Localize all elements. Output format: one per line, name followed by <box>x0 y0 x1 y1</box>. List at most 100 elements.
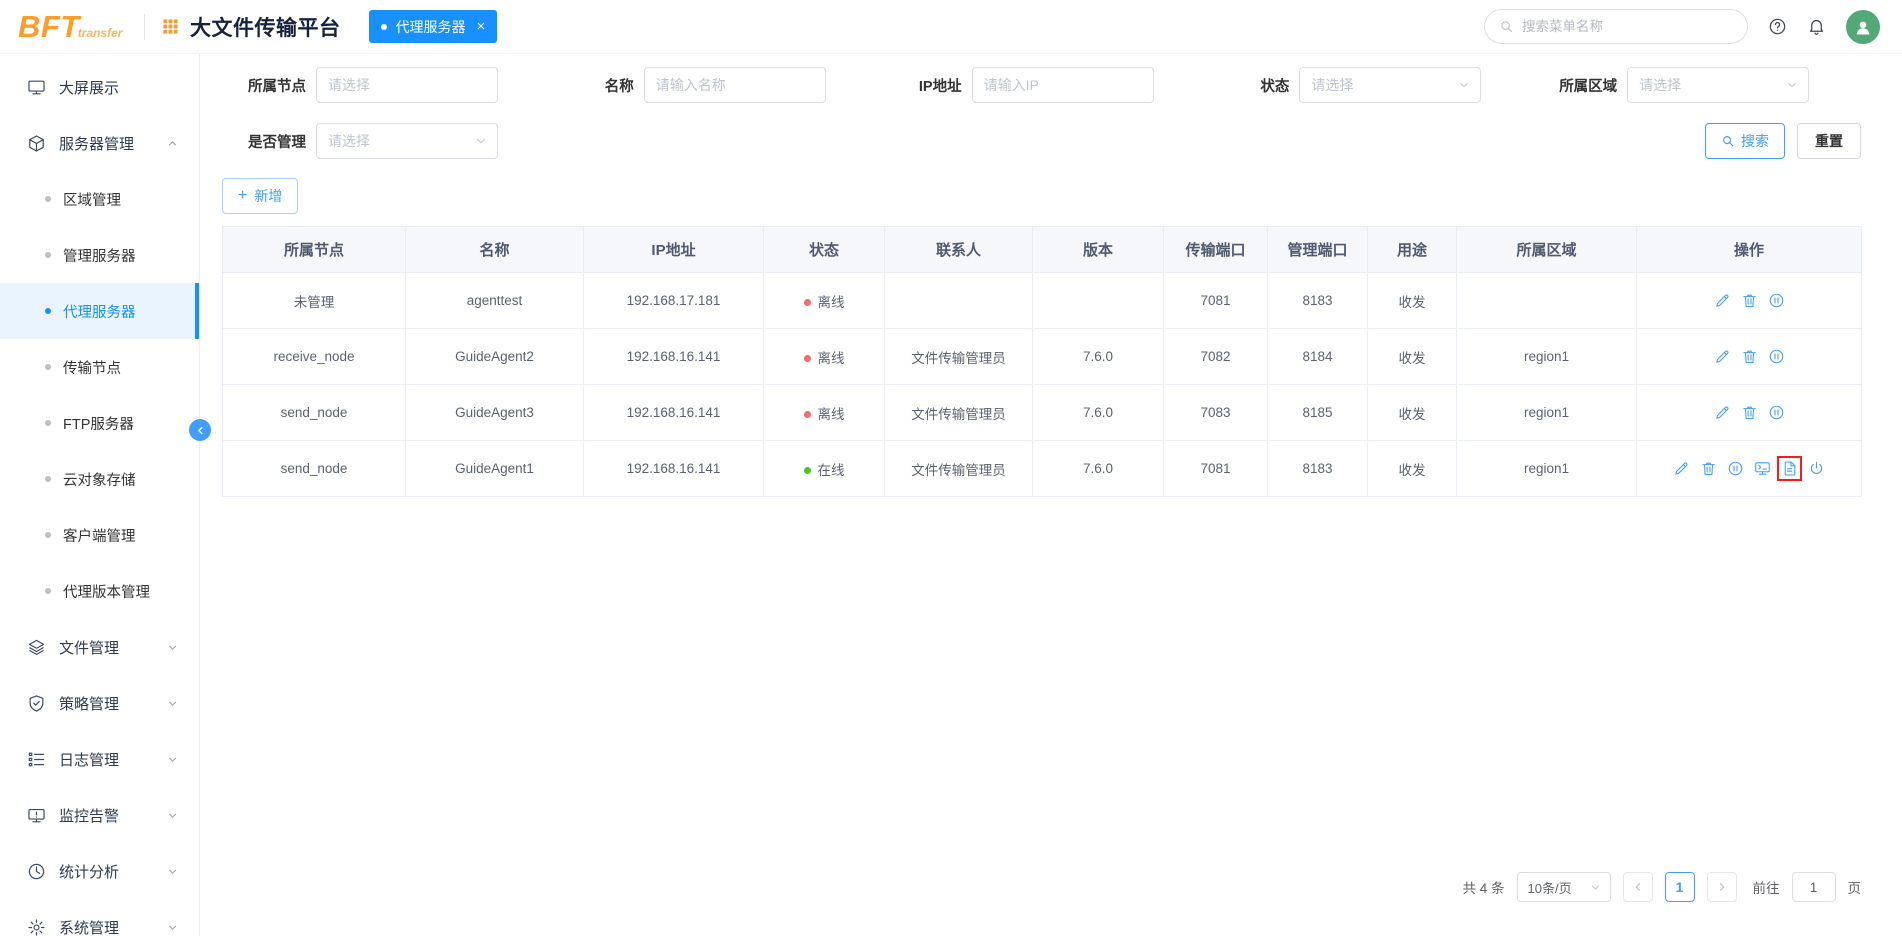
chevron-down-icon <box>1457 78 1471 92</box>
cell-transfer_port: 7081 <box>1163 272 1268 329</box>
column-header: 用途 <box>1367 226 1457 273</box>
filter-region-select[interactable]: 请选择 <box>1627 67 1810 103</box>
cell-region: region1 <box>1456 328 1637 385</box>
edit-icon[interactable] <box>1714 348 1731 365</box>
chevron-down-icon <box>1785 78 1799 92</box>
search-button[interactable]: 搜索 <box>1704 123 1785 159</box>
chevron-down-icon <box>474 134 488 148</box>
console-icon[interactable] <box>1754 460 1771 477</box>
sidebar-item-cloud-object-storage[interactable]: 云对象存储 <box>0 451 199 507</box>
sidebar-item-system-management[interactable]: 系统管理 <box>0 899 199 936</box>
sidebar-item-log-management[interactable]: 日志管理 <box>0 731 199 787</box>
current-page-button[interactable]: 1 <box>1664 872 1695 902</box>
sidebar-item-label: 文件管理 <box>59 639 120 657</box>
table-header-row: 所属节点 名称 IP地址 状态 联系人 版本 传输端口 管理端口 用途 所属区域 操作 <box>222 226 1862 273</box>
menu-search-input[interactable] <box>1522 19 1733 34</box>
column-header: 所属节点 <box>222 226 406 273</box>
sidebar-item-ftp-server[interactable]: FTP服务器 <box>0 395 199 451</box>
main-content: 所属节点 请选择 名称 请输入名称 IP地址 请输入IP 状态 请选择 所属区域 请选择 是否管理… <box>200 54 1902 936</box>
sidebar-collapse-button[interactable] <box>189 419 211 441</box>
help-icon[interactable] <box>1768 17 1787 36</box>
page-size-value: 10条/页 <box>1527 880 1572 896</box>
search-icon <box>1721 134 1735 148</box>
filter-label: 名称 <box>604 78 634 95</box>
bullet-icon <box>45 364 51 370</box>
header-divider <box>144 13 145 40</box>
edit-icon[interactable] <box>1673 460 1690 477</box>
filter-field-ip: IP地址 请输入IP <box>878 67 1206 103</box>
cell-version: 7.6.0 <box>1032 328 1164 385</box>
bullet-icon <box>45 420 51 426</box>
sidebar-item-policy-management[interactable]: 策略管理 <box>0 675 199 731</box>
tab-proxy-server[interactable]: 代理服务器 × <box>368 10 498 43</box>
reset-button[interactable]: 重置 <box>1796 123 1861 159</box>
status-cell: 在线 <box>763 440 885 497</box>
cell-name: GuideAgent1 <box>405 440 584 497</box>
sidebar-item-client-management[interactable]: 客户端管理 <box>0 507 199 563</box>
user-avatar[interactable] <box>1846 9 1880 44</box>
delete-icon[interactable] <box>1741 404 1758 421</box>
placeholder-text: 请选择 <box>1639 77 1682 93</box>
notifications-bell-icon[interactable] <box>1807 17 1826 36</box>
table-toolbar: + 新增 <box>222 178 1861 214</box>
next-page-button[interactable] <box>1706 872 1737 902</box>
placeholder-text: 请选择 <box>328 133 370 149</box>
cell-ip: 192.168.16.141 <box>583 440 764 497</box>
edit-icon[interactable] <box>1714 292 1731 309</box>
filter-name-input[interactable]: 请输入名称 <box>643 67 826 103</box>
menu-search-box[interactable] <box>1484 9 1748 44</box>
sidebar-item-label: 代理服务器 <box>63 304 136 321</box>
sidebar-item-file-management[interactable]: 文件管理 <box>0 619 199 675</box>
tab-close-icon[interactable]: × <box>477 18 486 35</box>
sidebar-item-stats-analysis[interactable]: 统计分析 <box>0 843 199 899</box>
sidebar-item-proxy-server[interactable]: 代理服务器 <box>0 283 199 339</box>
column-header: 传输端口 <box>1163 226 1268 273</box>
power-icon[interactable] <box>1808 460 1825 477</box>
column-header: 名称 <box>405 226 584 273</box>
user-icon <box>1853 17 1873 37</box>
sidebar-item-monitor-alert[interactable]: 监控告警 <box>0 787 199 843</box>
bullet-icon <box>45 196 51 202</box>
status-cell: 离线 <box>763 328 885 385</box>
cell-usage: 收发 <box>1367 328 1457 385</box>
sidebar-item-label: 日志管理 <box>59 751 120 769</box>
sidebar-item-label: 管理服务器 <box>63 248 136 265</box>
document-icon[interactable] <box>1777 456 1802 481</box>
cell-admin_port: 8184 <box>1267 328 1368 385</box>
prev-page-button[interactable] <box>1622 872 1653 902</box>
cell-usage: 收发 <box>1367 384 1457 441</box>
sidebar-item-manage-server[interactable]: 管理服务器 <box>0 227 199 283</box>
filter-node-input[interactable]: 请选择 <box>316 67 498 103</box>
edit-icon[interactable] <box>1714 404 1731 421</box>
filter-label: 所属节点 <box>248 78 306 95</box>
sidebar-item-proxy-version-management[interactable]: 代理版本管理 <box>0 563 199 619</box>
filter-field-region: 所属区域 请选择 <box>1533 67 1861 103</box>
apps-grid-icon[interactable] <box>161 17 180 36</box>
delete-icon[interactable] <box>1741 292 1758 309</box>
table-row: receive_node GuideAgent2 192.168.16.141 离线 文… <box>222 328 1862 385</box>
goto-page-input[interactable] <box>1791 872 1836 902</box>
pause-icon[interactable] <box>1768 404 1785 421</box>
cell-name: GuideAgent3 <box>405 384 584 441</box>
status-dot-icon <box>803 298 811 306</box>
pause-icon[interactable] <box>1727 460 1744 477</box>
status-dot-icon <box>803 466 811 474</box>
sidebar-item-big-screen[interactable]: 大屏展示 <box>0 59 199 115</box>
filter-buttons: 搜索 重置 <box>1533 123 1861 159</box>
pause-icon[interactable] <box>1768 292 1785 309</box>
delete-icon[interactable] <box>1741 348 1758 365</box>
pause-icon[interactable] <box>1768 348 1785 365</box>
filter-status-select[interactable]: 请选择 <box>1299 67 1482 103</box>
sidebar-item-label: 策略管理 <box>59 695 120 713</box>
page-size-select[interactable]: 10条/页 <box>1516 872 1611 902</box>
filter-ip-input[interactable]: 请输入IP <box>971 67 1154 103</box>
sidebar-item-server-management[interactable]: 服务器管理 <box>0 115 199 171</box>
filter-managed-select[interactable]: 请选择 <box>316 123 498 159</box>
sidebar-item-region-management[interactable]: 区域管理 <box>0 171 199 227</box>
app-logo: BFT transfer <box>18 9 136 45</box>
add-button[interactable]: + 新增 <box>222 178 299 214</box>
sidebar-item-transfer-node[interactable]: 传输节点 <box>0 339 199 395</box>
delete-icon[interactable] <box>1700 460 1717 477</box>
placeholder-text: 请选择 <box>1311 77 1354 93</box>
sidebar-item-label: 监控告警 <box>59 807 120 825</box>
